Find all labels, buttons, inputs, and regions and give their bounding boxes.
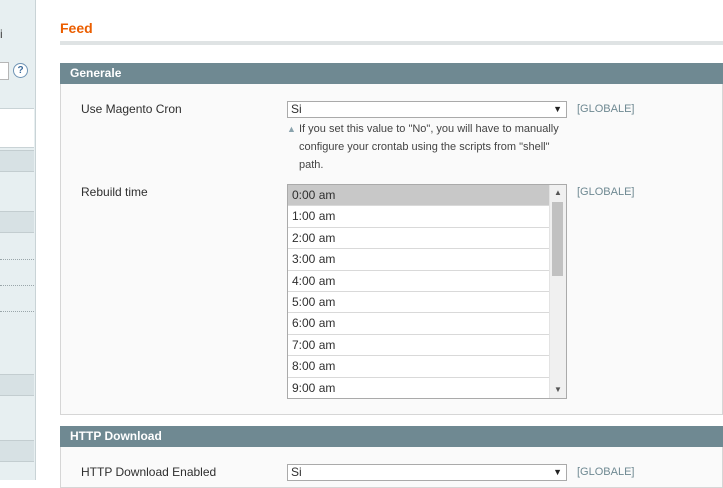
note-line: path. [299, 159, 324, 171]
listbox-option[interactable]: 2:00 am [288, 228, 550, 250]
http-download-enabled-label: HTTP Download Enabled [81, 465, 217, 479]
rebuild-time-listbox[interactable]: 0:00 am 1:00 am 2:00 am 3:00 am 4:00 am … [287, 184, 567, 399]
listbox-option[interactable]: 7:00 am [288, 335, 550, 357]
sidebar-text-fragment: i [0, 27, 3, 41]
scrollbar-thumb[interactable] [552, 202, 563, 276]
title-divider [60, 41, 723, 45]
http-download-enabled-scope: [GLOBALE] [577, 466, 635, 478]
main-content: Feed Generale Use Magento Cron Si ▼ [GLO… [60, 0, 723, 488]
use-cron-label: Use Magento Cron [81, 102, 182, 116]
rebuild-time-scope: [GLOBALE] [577, 186, 635, 198]
sidebar-panel [0, 108, 34, 148]
page-title: Feed [60, 20, 93, 36]
http-download-enabled-select[interactable]: Si ▼ [287, 464, 567, 481]
scope-switcher-select[interactable] [0, 62, 9, 80]
listbox-option[interactable]: 4:00 am [288, 271, 550, 292]
scroll-down-icon[interactable]: ▼ [550, 382, 566, 398]
note-line: If you set this value to "No", you will … [299, 123, 559, 135]
use-cron-select[interactable]: Si ▼ [287, 101, 567, 118]
triangle-up-icon: ▲ [287, 124, 296, 134]
use-cron-note: ▲ If you set this value to "No", you wil… [287, 120, 574, 174]
section-header-http-download[interactable]: HTTP Download [60, 426, 723, 447]
use-cron-value: Si [291, 102, 302, 116]
scroll-up-icon[interactable]: ▲ [550, 185, 566, 201]
listbox-option[interactable]: 9:00 am [288, 378, 550, 398]
section-body-http-download: HTTP Download Enabled Si ▼ [GLOBALE] [60, 447, 723, 488]
chevron-down-icon: ▼ [553, 104, 562, 114]
listbox-option[interactable]: 1:00 am [288, 206, 550, 228]
note-line: configure your crontab using the scripts… [299, 141, 550, 153]
section-header-generale[interactable]: Generale [60, 63, 723, 84]
rebuild-time-label: Rebuild time [81, 185, 148, 199]
sidebar-item[interactable] [0, 172, 34, 210]
chevron-down-icon: ▼ [553, 467, 562, 477]
listbox-option[interactable]: 8:00 am [288, 356, 550, 378]
help-icon[interactable]: ? [13, 63, 28, 78]
sidebar-item[interactable] [0, 303, 34, 337]
sidebar-group-header [0, 440, 34, 462]
left-sidebar: i ? [0, 0, 36, 480]
section-body-generale: Use Magento Cron Si ▼ [GLOBALE] ▲ If you… [60, 84, 723, 415]
listbox-option[interactable]: 3:00 am [288, 249, 550, 271]
use-cron-scope: [GLOBALE] [577, 103, 635, 115]
sidebar-item[interactable] [0, 396, 34, 430]
listbox-scrollbar[interactable]: ▲ ▼ [549, 185, 566, 398]
listbox-option[interactable]: 6:00 am [288, 313, 550, 335]
sidebar-group-header [0, 374, 34, 396]
http-download-enabled-value: Si [291, 465, 302, 479]
listbox-option[interactable]: 5:00 am [288, 292, 550, 314]
listbox-option[interactable]: 0:00 am [288, 185, 550, 207]
sidebar-group-header [0, 150, 34, 172]
